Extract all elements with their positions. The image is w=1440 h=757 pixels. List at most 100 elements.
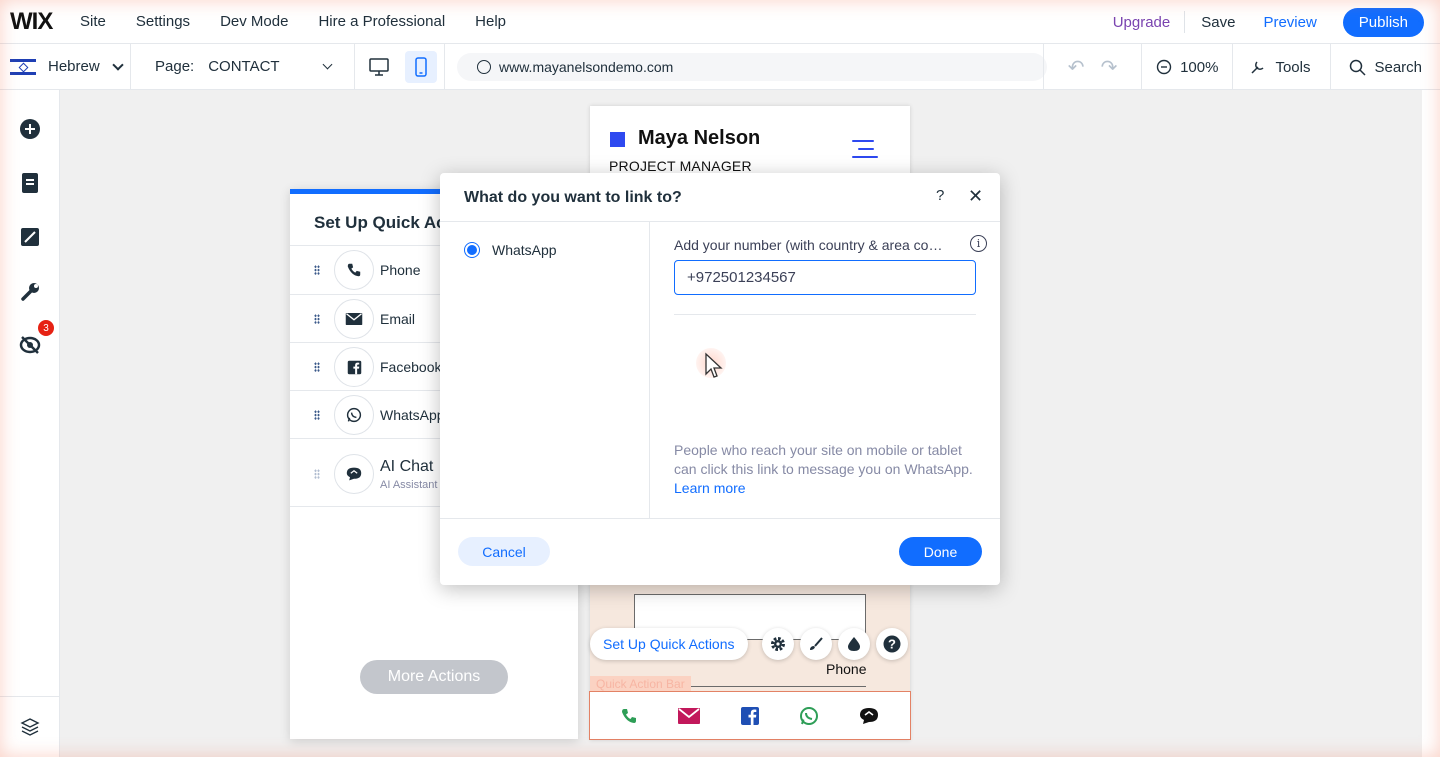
wix-logo[interactable]: WIX: [10, 8, 80, 36]
pages-icon[interactable]: [19, 172, 41, 194]
preview-button[interactable]: Preview: [1263, 14, 1316, 31]
helper-description: People who reach your site on mobile or …: [674, 442, 973, 477]
quick-action-bar[interactable]: [589, 691, 911, 740]
device-switcher: [355, 43, 445, 90]
ai-chat-title: AI Chat: [380, 457, 434, 475]
url-text: www.mayanelsondemo.com: [499, 58, 674, 75]
phone-caption: Phone: [826, 661, 867, 677]
tools-label: Tools: [1275, 58, 1311, 76]
undo-redo: ↶ ↷: [1043, 44, 1141, 90]
whatsapp-icon: [334, 395, 374, 435]
site-url[interactable]: www.mayanelsondemo.com: [457, 52, 1047, 81]
tools-button[interactable]: Tools: [1232, 44, 1330, 90]
layers-icon[interactable]: [19, 716, 41, 738]
site-owner-name: Maya Nelson: [638, 127, 761, 149]
close-icon[interactable]: ✕: [968, 186, 983, 207]
language-label: Hebrew: [48, 58, 100, 75]
wrench-icon[interactable]: [19, 281, 41, 303]
animation-button[interactable]: [837, 628, 870, 660]
search-label: Search: [1374, 58, 1422, 76]
divider: [649, 222, 650, 518]
divider: [1184, 11, 1186, 33]
nav-help[interactable]: Help: [475, 13, 506, 30]
chevron-down-icon: [322, 59, 333, 70]
ai-chat-subtitle: AI Assistant: [380, 478, 438, 491]
nav-dev-mode[interactable]: Dev Mode: [220, 13, 288, 30]
publish-button[interactable]: Publish: [1342, 7, 1424, 37]
radio-selected-icon[interactable]: [464, 242, 480, 258]
help-icon: ?: [883, 635, 901, 653]
phone-field-label: Add your number (with country & area cod…: [674, 237, 948, 253]
help-button[interactable]: ?: [875, 628, 908, 660]
add-elements-icon[interactable]: [19, 118, 41, 140]
drag-handle-icon[interactable]: [314, 314, 320, 324]
hamburger-menu-icon[interactable]: [852, 140, 878, 164]
zoom-level: 100%: [1180, 58, 1219, 76]
item-label: Email: [380, 311, 416, 327]
divider: [440, 221, 1000, 222]
facebook-icon[interactable]: [740, 706, 760, 726]
drag-handle-icon[interactable]: [314, 362, 320, 372]
whatsapp-icon[interactable]: [799, 706, 819, 726]
help-icon[interactable]: ?: [936, 187, 944, 204]
upgrade-link[interactable]: Upgrade: [1113, 14, 1171, 31]
notification-badge: 3: [38, 320, 54, 336]
chat-icon: [334, 454, 374, 494]
email-icon: [334, 299, 374, 339]
phone-number-input[interactable]: [674, 260, 976, 295]
more-actions-button[interactable]: More Actions: [360, 660, 508, 694]
tools-icon: [1251, 61, 1264, 74]
design-button[interactable]: [799, 628, 832, 660]
ai-chat-text: AI Chat AI Assistant: [380, 458, 437, 491]
zoom-control[interactable]: 100%: [1141, 44, 1232, 90]
quick-actions-floating-toolbar: Set Up Quick Actions ?: [590, 628, 908, 660]
page-value: CONTACT: [208, 58, 280, 75]
divider: [674, 314, 976, 315]
undo-icon[interactable]: ↶: [1068, 55, 1085, 80]
link-type-option-whatsapp[interactable]: WhatsApp: [464, 242, 557, 258]
set-up-quick-actions-button[interactable]: Set Up Quick Actions: [590, 628, 748, 660]
mobile-header[interactable]: Maya Nelson PROJECT MANAGER: [590, 106, 910, 176]
save-button[interactable]: Save: [1201, 14, 1235, 31]
mobile-view-button[interactable]: [404, 50, 437, 83]
facebook-icon: [334, 347, 374, 387]
helper-text: People who reach your site on mobile or …: [674, 441, 984, 498]
cancel-button[interactable]: Cancel: [458, 537, 550, 566]
drag-handle-icon[interactable]: [314, 410, 320, 420]
nav-settings[interactable]: Settings: [136, 13, 190, 30]
email-icon[interactable]: [677, 707, 701, 725]
item-label: WhatsApp: [380, 407, 445, 423]
redo-icon[interactable]: ↷: [1101, 55, 1118, 80]
chat-icon[interactable]: [858, 706, 880, 726]
divider: [440, 518, 1000, 519]
settings-button[interactable]: [761, 628, 794, 660]
quick-action-bar-tag: Quick Action Bar: [590, 676, 691, 692]
page-label: Page:: [155, 58, 195, 75]
search-button[interactable]: Search: [1330, 44, 1440, 90]
nav-hire-professional[interactable]: Hire a Professional: [318, 13, 445, 30]
item-label: Phone: [380, 262, 421, 278]
done-button[interactable]: Done: [899, 537, 982, 566]
desktop-view-button[interactable]: [363, 51, 395, 83]
phone-icon: [334, 250, 374, 290]
language-selector[interactable]: Hebrew: [0, 43, 131, 90]
hidden-elements-icon[interactable]: [19, 334, 41, 356]
info-icon[interactable]: i: [970, 235, 987, 252]
nav-site[interactable]: Site: [80, 13, 106, 30]
drag-handle-icon: [314, 469, 320, 479]
phone-icon[interactable]: [620, 707, 638, 725]
learn-more-link[interactable]: Learn more: [674, 480, 746, 496]
mobile-icon: [414, 56, 427, 77]
top-nav: Site Settings Dev Mode Hire a Profession…: [80, 13, 536, 30]
top-actions: Upgrade Save Preview Publish: [1113, 7, 1424, 37]
dialog-title: What do you want to link to?: [464, 189, 682, 206]
right-scroll-strip: [1422, 90, 1440, 757]
left-rail: 3: [0, 90, 60, 757]
drag-handle-icon[interactable]: [314, 265, 320, 275]
page-selector[interactable]: Page: CONTACT: [131, 43, 355, 90]
design-icon[interactable]: [19, 226, 41, 248]
brush-icon: [809, 637, 823, 650]
editor-toolbar: Hebrew Page: CONTACT www.mayanelsondemo.…: [0, 43, 1440, 90]
gear-icon: [770, 637, 785, 651]
mouse-cursor-icon: [705, 352, 723, 378]
